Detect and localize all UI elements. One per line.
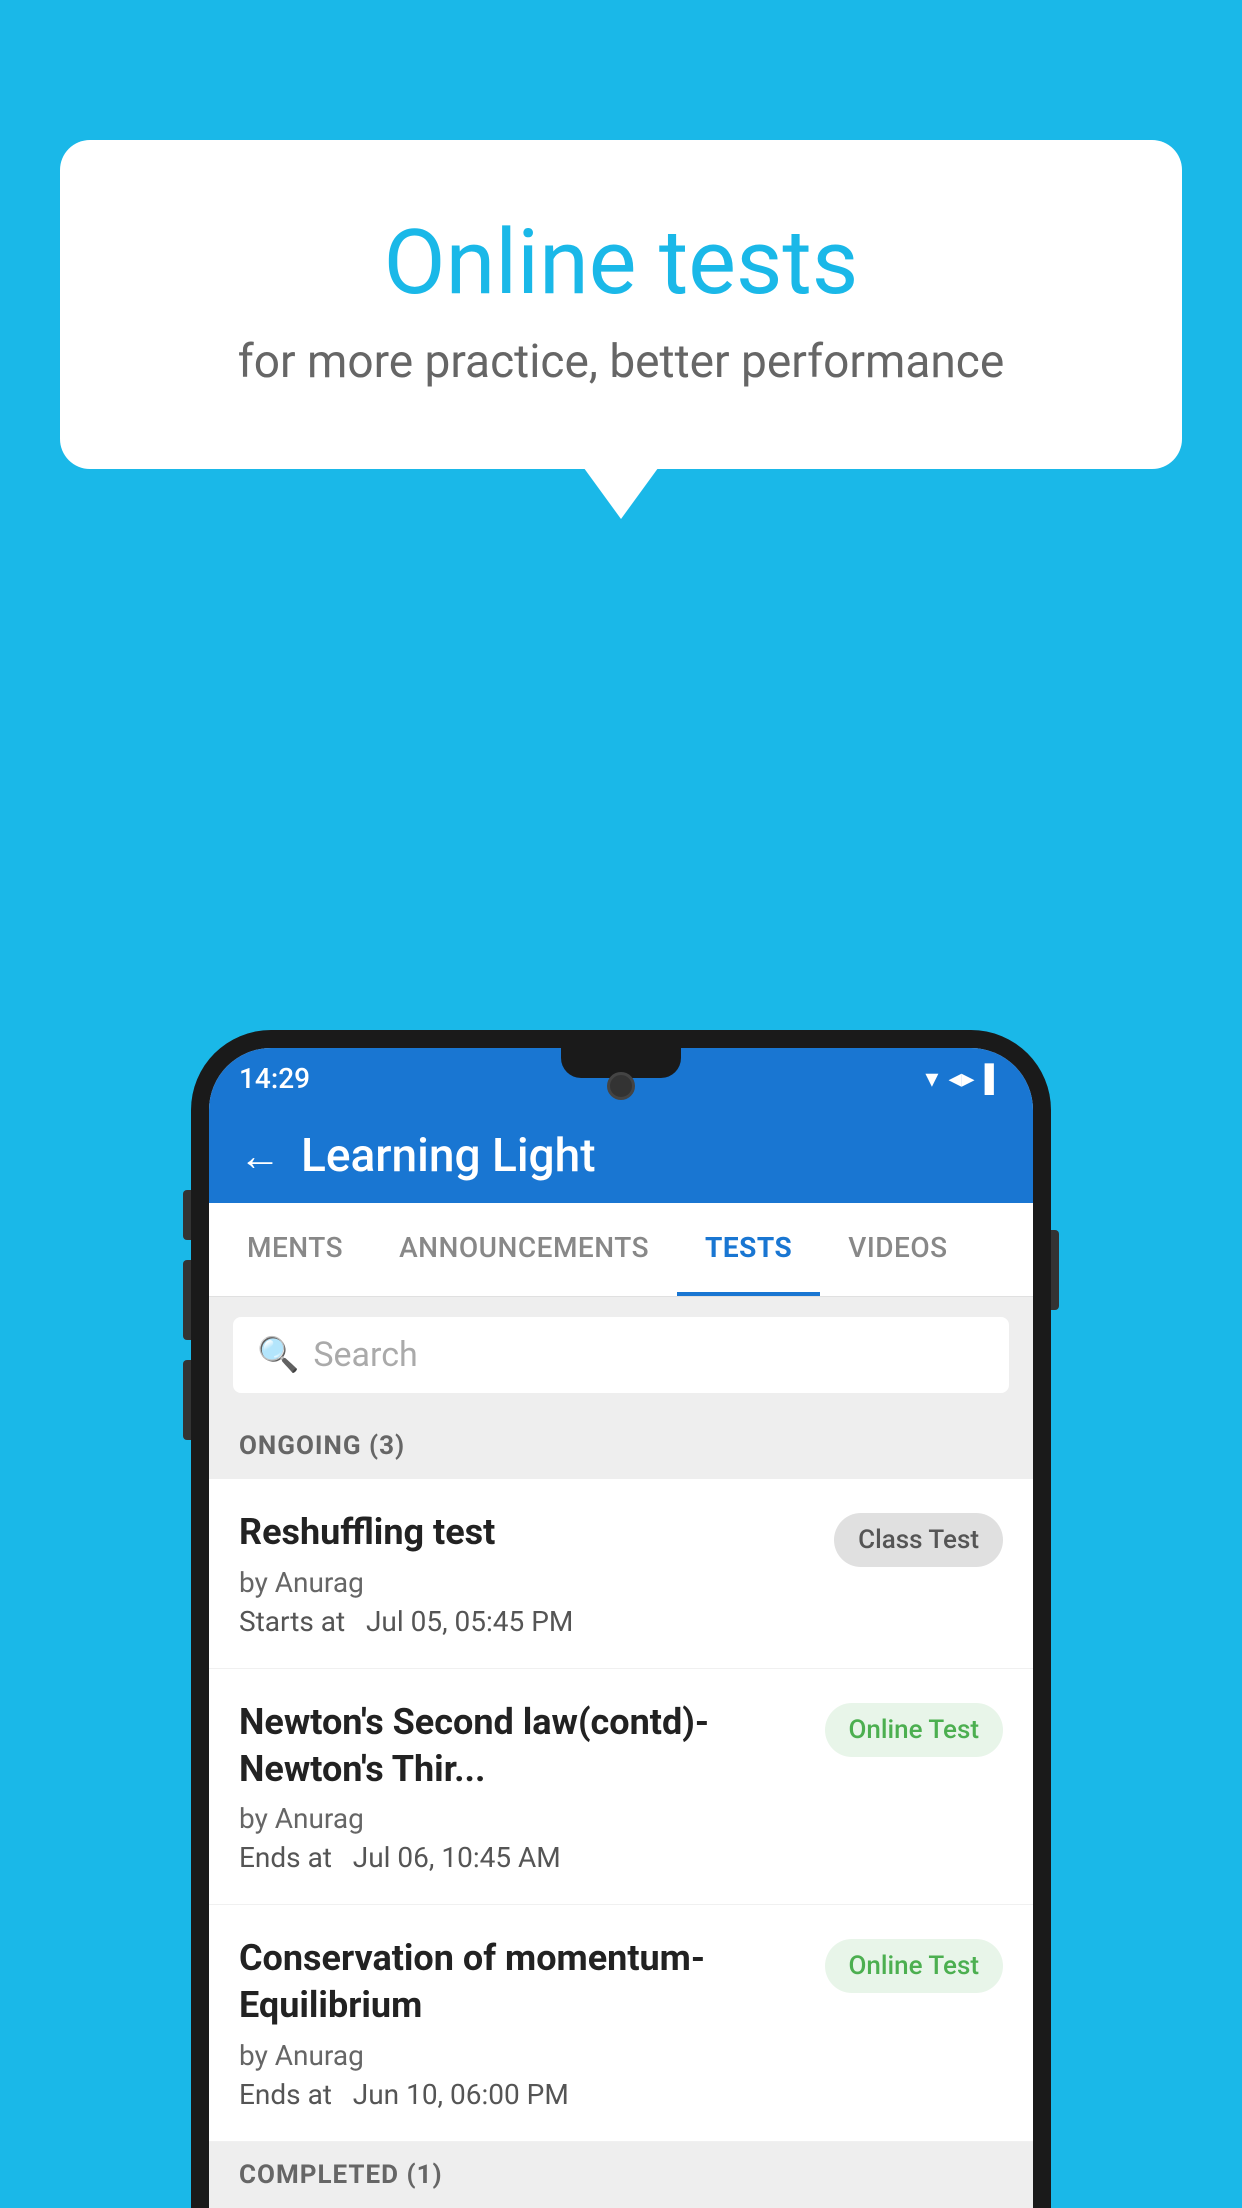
bubble-title: Online tests — [140, 210, 1102, 315]
test-info: Conservation of momentum-Equilibrium by … — [239, 1935, 825, 2111]
test-name: Reshuffling test — [239, 1509, 814, 1556]
status-icons: ▾ ◂▸ ▌ — [925, 1063, 1003, 1094]
search-placeholder: Search — [313, 1335, 417, 1375]
tab-ments[interactable]: MENTS — [219, 1203, 371, 1296]
test-author: by Anurag — [239, 1802, 805, 1835]
phone-container: 14:29 ▾ ◂▸ ▌ ← Learning Light MENTS ANNO… — [191, 1030, 1051, 2208]
test-item[interactable]: Reshuffling test by Anurag Starts at Jul… — [209, 1479, 1033, 1669]
speech-bubble-container: Online tests for more practice, better p… — [60, 140, 1182, 469]
speech-bubble: Online tests for more practice, better p… — [60, 140, 1182, 469]
battery-icon: ▌ — [985, 1063, 1003, 1094]
test-name: Newton's Second law(contd)-Newton's Thir… — [239, 1699, 805, 1793]
volume-up-button — [183, 1190, 191, 1240]
test-badge: Class Test — [834, 1513, 1003, 1567]
search-icon: 🔍 — [257, 1335, 299, 1375]
search-container: 🔍 Search — [209, 1297, 1033, 1413]
back-button[interactable]: ← — [239, 1132, 281, 1181]
test-info: Reshuffling test by Anurag Starts at Jul… — [239, 1509, 834, 1638]
test-info: Newton's Second law(contd)-Newton's Thir… — [239, 1699, 825, 1875]
test-date: Starts at Jul 05, 05:45 PM — [239, 1605, 814, 1638]
app-title: Learning Light — [301, 1129, 596, 1183]
test-date: Ends at Jun 10, 06:00 PM — [239, 2078, 805, 2111]
tab-bar: MENTS ANNOUNCEMENTS TESTS VIDEOS — [209, 1203, 1033, 1297]
status-time: 14:29 — [239, 1062, 310, 1095]
notch — [561, 1048, 681, 1078]
app-bar: ← Learning Light — [209, 1109, 1033, 1203]
test-name: Conservation of momentum-Equilibrium — [239, 1935, 805, 2029]
phone-screen: 14:29 ▾ ◂▸ ▌ ← Learning Light MENTS ANNO… — [209, 1048, 1033, 2208]
tab-videos[interactable]: VIDEOS — [820, 1203, 975, 1296]
signal-icon: ◂▸ — [948, 1064, 974, 1094]
tab-tests[interactable]: TESTS — [677, 1203, 820, 1296]
tab-announcements[interactable]: ANNOUNCEMENTS — [371, 1203, 677, 1296]
test-item[interactable]: Newton's Second law(contd)-Newton's Thir… — [209, 1669, 1033, 1906]
wifi-icon: ▾ — [925, 1064, 938, 1094]
test-author: by Anurag — [239, 2039, 805, 2072]
ongoing-section-header: ONGOING (3) — [209, 1413, 1033, 1479]
camera — [607, 1072, 635, 1100]
search-bar[interactable]: 🔍 Search — [233, 1317, 1009, 1393]
bubble-subtitle: for more practice, better performance — [140, 335, 1102, 389]
completed-section-header: COMPLETED (1) — [209, 2142, 1033, 2208]
test-item[interactable]: Conservation of momentum-Equilibrium by … — [209, 1905, 1033, 2142]
power-button — [1051, 1230, 1059, 1310]
test-author: by Anurag — [239, 1566, 814, 1599]
phone: 14:29 ▾ ◂▸ ▌ ← Learning Light MENTS ANNO… — [191, 1030, 1051, 2208]
test-date: Ends at Jul 06, 10:45 AM — [239, 1841, 805, 1874]
test-badge: Online Test — [825, 1703, 1004, 1757]
test-badge: Online Test — [825, 1939, 1004, 1993]
volume-silent-button — [183, 1360, 191, 1440]
volume-down-button — [183, 1260, 191, 1340]
